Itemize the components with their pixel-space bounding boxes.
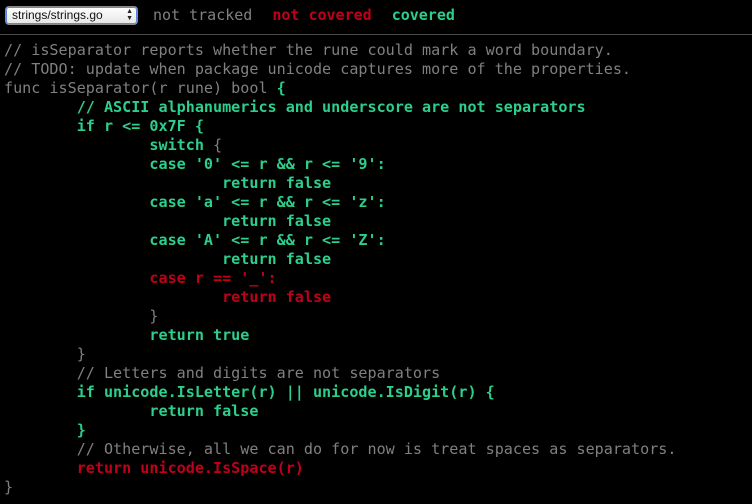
code-line: } [4, 345, 676, 364]
code-segment-covered: switch [4, 136, 214, 154]
code-segment-covered: return false [4, 250, 332, 268]
code-segment-untracked: } [4, 307, 159, 325]
code-line: } [4, 478, 676, 497]
toolbar-divider [0, 34, 752, 35]
code-segment-covered: return false [4, 402, 259, 420]
code-segment-notcovered: case r == '_': [4, 269, 277, 287]
code-segment-covered: case 'a' <= r && r <= 'z': [4, 193, 386, 211]
code-line: case '0' <= r && r <= '9': [4, 155, 676, 174]
toolbar: strings/strings.go ▲ ▼ not tracked not co… [0, 0, 752, 30]
code-segment-untracked: { [213, 136, 223, 154]
legend-covered: covered [391, 6, 455, 24]
code-line: if unicode.IsLetter(r) || unicode.IsDigi… [4, 383, 676, 402]
chevron-up-down-icon: ▲ ▼ [126, 7, 133, 22]
code-segment-covered: return false [4, 174, 332, 192]
code-line: // Otherwise, all we can do for now is t… [4, 440, 677, 459]
code-segment-covered: if r <= 0x7F { [4, 117, 204, 135]
code-segment-notcovered: return unicode.IsSpace(r) [4, 459, 304, 477]
source-code-view: // isSeparator reports whether the rune … [4, 41, 676, 497]
legend-not-tracked: not tracked [153, 6, 253, 24]
code-segment-covered: return true [4, 326, 250, 344]
code-line: return unicode.IsSpace(r) [4, 459, 676, 478]
code-segment-notcovered: return false [4, 288, 332, 306]
code-line: switch { [4, 136, 676, 155]
code-line: // Letters and digits are not separators [4, 364, 676, 383]
code-line: // ASCII alphanumerics and underscore ar… [4, 98, 676, 117]
code-segment-untracked: // isSeparator reports whether the rune … [4, 41, 613, 59]
file-select-dropdown[interactable]: strings/strings.go ▲ ▼ [5, 5, 138, 25]
file-select-value: strings/strings.go [12, 7, 103, 22]
code-segment-covered: if unicode.IsLetter(r) || unicode.IsDigi… [4, 383, 495, 401]
code-line: case 'A' <= r && r <= 'Z': [4, 231, 676, 250]
code-segment-untracked: // Otherwise, all we can do for now is t… [4, 440, 677, 458]
code-line: case r == '_': [4, 269, 676, 288]
code-segment-covered: case 'A' <= r && r <= 'Z': [4, 231, 386, 249]
code-segment-untracked: // TODO: update when package unicode cap… [4, 60, 632, 78]
code-line: return false [4, 402, 676, 421]
code-line: // isSeparator reports whether the rune … [4, 41, 676, 60]
code-segment-untracked: } [4, 478, 14, 496]
code-line: return true [4, 326, 676, 345]
code-segment-untracked: } [4, 345, 86, 363]
code-segment-covered: return false [4, 212, 332, 230]
code-segment-covered: // ASCII alphanumerics and underscore ar… [4, 98, 586, 116]
code-line: return false [4, 288, 676, 307]
code-line: case 'a' <= r && r <= 'z': [4, 193, 676, 212]
code-segment-covered: case '0' <= r && r <= '9': [4, 155, 386, 173]
code-segment-covered: } [4, 421, 86, 439]
code-segment-untracked: // Letters and digits are not separators [4, 364, 441, 382]
code-line: return false [4, 212, 676, 231]
code-line: return false [4, 250, 676, 269]
legend-not-covered: not covered [272, 6, 372, 24]
code-line: return false [4, 174, 676, 193]
code-line: if r <= 0x7F { [4, 117, 676, 136]
code-line: // TODO: update when package unicode cap… [4, 60, 676, 79]
code-line: } [4, 307, 676, 326]
code-line: func isSeparator(r rune) bool { [4, 79, 676, 98]
code-segment-untracked: func isSeparator(r rune) bool [4, 79, 277, 97]
code-line: } [4, 421, 676, 440]
code-segment-covered: { [276, 79, 286, 97]
